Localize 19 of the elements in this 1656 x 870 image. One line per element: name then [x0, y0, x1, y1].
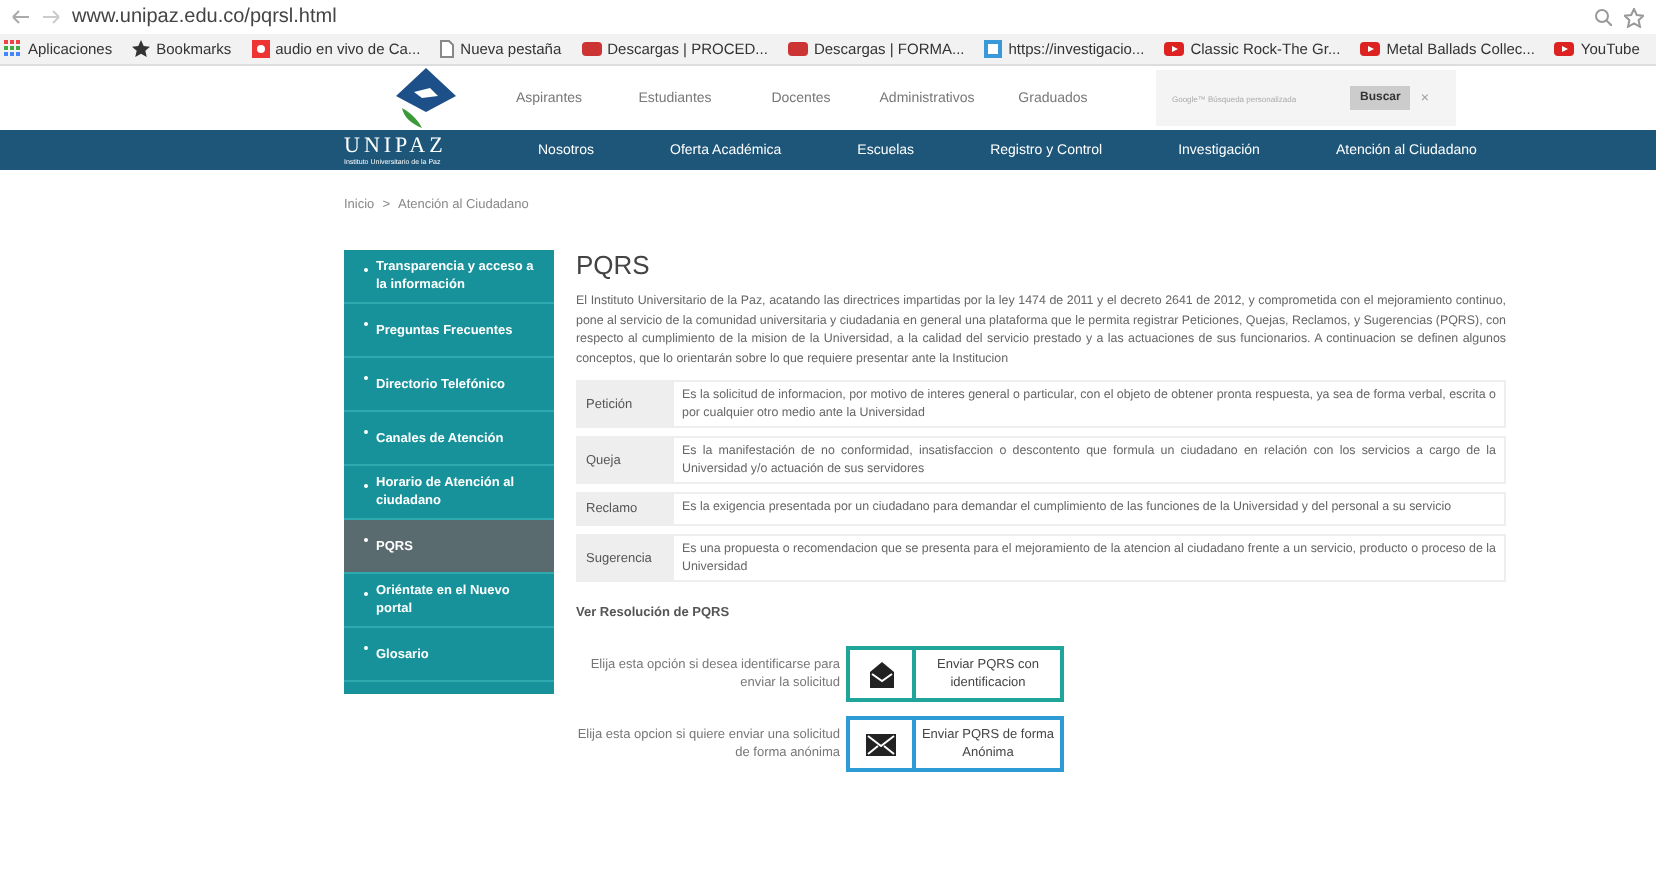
site-icon [984, 40, 1003, 58]
youtube-icon [1554, 42, 1575, 56]
envelope-icon [867, 661, 895, 688]
page-icon [440, 40, 455, 58]
back-icon[interactable] [12, 10, 30, 24]
star-icon [132, 40, 151, 58]
youtube-icon [1360, 42, 1381, 56]
site-icon [787, 42, 808, 56]
audio-icon [251, 40, 270, 58]
zoom-icon[interactable] [1594, 8, 1612, 26]
site-icon [581, 42, 602, 56]
brand-name: UNIPAZ [344, 135, 449, 157]
envelope-icon [866, 733, 896, 756]
address-bar[interactable]: www.unipaz.edu.co/pqrsl.html [72, 6, 1582, 28]
forward-icon[interactable] [42, 10, 60, 24]
page-title: PQRS [576, 250, 652, 280]
youtube-icon [1164, 42, 1185, 56]
apps-icon [4, 40, 22, 58]
star-icon[interactable] [1624, 7, 1644, 27]
